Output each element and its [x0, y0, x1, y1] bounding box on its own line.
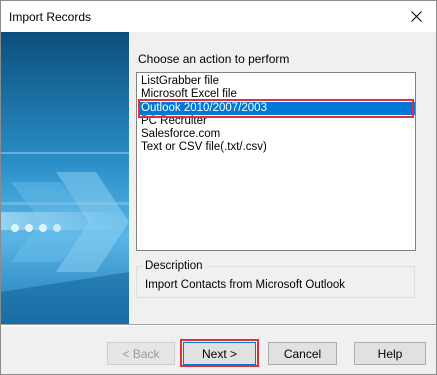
import-type-listbox[interactable]: ListGrabber file Microsoft Excel file Ou…: [136, 72, 416, 251]
arrow-banner-graphic: [1, 32, 129, 324]
next-button[interactable]: Next >: [183, 342, 256, 365]
title-bar: Import Records: [1, 1, 436, 32]
list-item-outlook[interactable]: Outlook 2010/2007/2003: [139, 102, 415, 115]
footer-separator: [1, 324, 436, 326]
list-item-text-csv[interactable]: Text or CSV file(.txt/.csv): [139, 141, 415, 154]
list-item-excel[interactable]: Microsoft Excel file: [139, 88, 415, 101]
window-title: Import Records: [9, 10, 92, 24]
description-label: Description: [143, 260, 205, 272]
close-icon: [410, 11, 422, 22]
back-button[interactable]: < Back: [107, 342, 175, 365]
help-button[interactable]: Help: [354, 342, 426, 365]
import-records-dialog: Import Records Choose an action to perfo…: [0, 0, 437, 375]
action-prompt: Choose an action to perform: [138, 52, 290, 66]
close-button[interactable]: [396, 1, 436, 32]
description-text: Import Contacts from Microsoft Outlook: [145, 279, 346, 291]
content-panel: Choose an action to perform ListGrabber …: [129, 32, 436, 324]
wizard-banner: [1, 32, 129, 324]
cancel-button[interactable]: Cancel: [268, 342, 337, 365]
list-item-pc-recruiter[interactable]: PC Recruiter: [139, 115, 415, 128]
list-item-salesforce[interactable]: Salesforce.com: [139, 128, 415, 141]
list-item-listgrabber[interactable]: ListGrabber file: [139, 75, 415, 88]
